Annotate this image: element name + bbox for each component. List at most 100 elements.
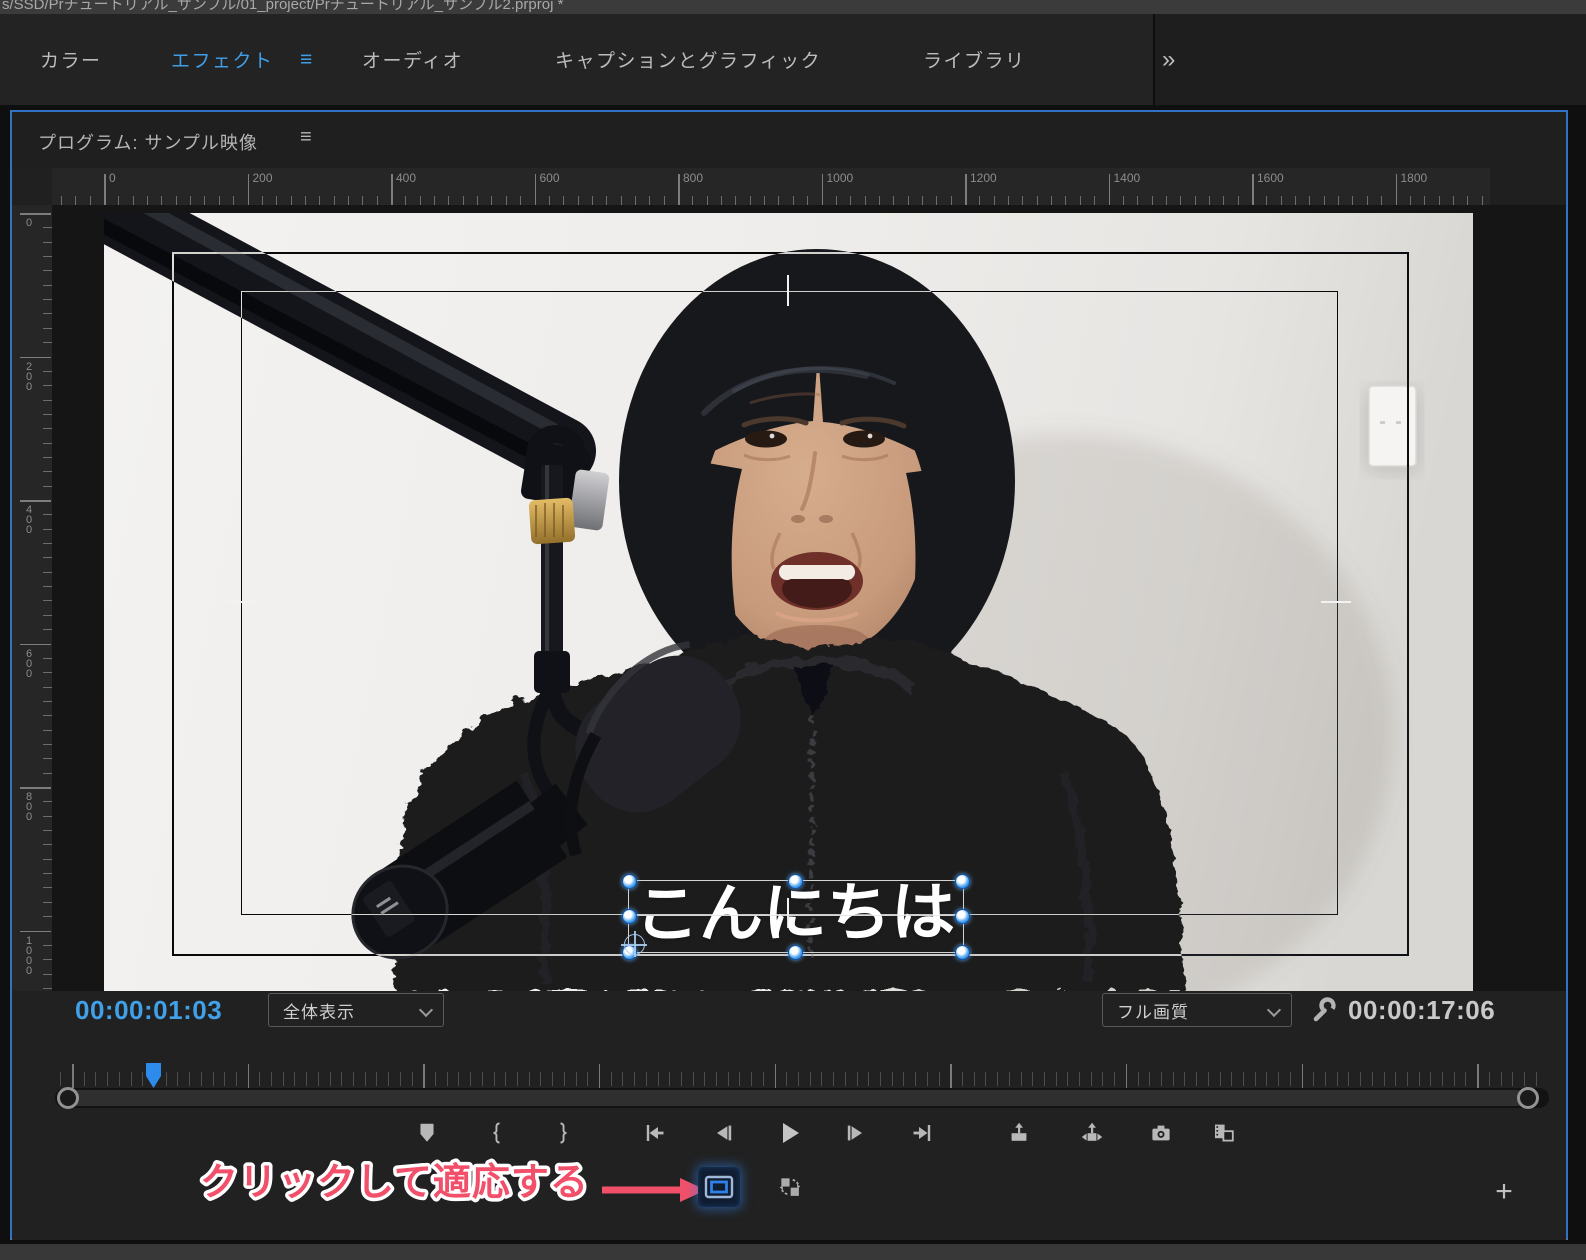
timeline-minor-tick xyxy=(528,1072,530,1086)
export-frame-button[interactable] xyxy=(1144,1116,1178,1150)
timeline-minor-tick xyxy=(1172,1072,1174,1086)
timeline-minor-tick xyxy=(903,1072,905,1086)
go-to-out-button[interactable] xyxy=(905,1116,939,1150)
timeline-major-tick xyxy=(247,1064,250,1088)
ruler-minor-tick xyxy=(43,686,52,688)
ruler-minor-tick xyxy=(161,196,163,205)
timeline-minor-tick xyxy=(1102,1072,1104,1086)
ruler-label: 8 0 0 xyxy=(26,791,33,823)
step-forward-button[interactable] xyxy=(838,1116,872,1150)
ruler-minor-tick xyxy=(1467,196,1469,205)
timeline-minor-tick xyxy=(142,1072,144,1086)
timeline-major-tick xyxy=(1477,1064,1479,1088)
panel-title[interactable]: プログラム: サンプル映像 xyxy=(38,129,258,155)
timeline-minor-tick xyxy=(1524,1072,1526,1086)
selection-handle-top-right[interactable] xyxy=(955,874,970,889)
selection-handle-mid-left[interactable] xyxy=(622,909,637,924)
toggle-proxies-button[interactable] xyxy=(773,1170,807,1204)
go-to-in-button[interactable] xyxy=(638,1116,672,1150)
ruler-minor-tick xyxy=(261,196,263,205)
selection-handle-top-left[interactable] xyxy=(622,874,637,889)
tab-audio[interactable]: オーディオ xyxy=(362,14,463,105)
ruler-minor-tick xyxy=(43,227,52,229)
tab-effects[interactable]: エフェクト xyxy=(171,14,274,105)
tab-overflow-chevron-icon[interactable]: » xyxy=(1162,14,1175,105)
ruler-minor-tick xyxy=(43,944,52,946)
safe-center-tick-left xyxy=(226,601,256,603)
ruler-minor-tick xyxy=(1022,196,1024,205)
lift-icon xyxy=(1011,1122,1027,1141)
text-selection-box[interactable] xyxy=(628,880,964,953)
timeline-minor-tick xyxy=(833,1072,835,1086)
panel-menu-icon[interactable]: ≡ xyxy=(300,126,312,149)
zoom-scrollbar-left-handle[interactable] xyxy=(57,1087,79,1109)
effects-tab-menu-icon[interactable]: ≡ xyxy=(300,14,312,105)
timeline-minor-tick xyxy=(798,1072,800,1086)
timeline-minor-tick xyxy=(587,1072,589,1086)
ruler-minor-tick xyxy=(1051,196,1053,205)
ruler-minor-tick xyxy=(43,916,52,918)
ruler-corner xyxy=(12,168,52,205)
ruler-minor-tick xyxy=(43,485,52,487)
zoom-scrollbar-right-handle[interactable] xyxy=(1517,1087,1539,1109)
timeline-major-tick xyxy=(1125,1064,1128,1088)
zoom-level-select[interactable]: 全体表示 xyxy=(268,993,444,1027)
selection-handle-mid-right[interactable] xyxy=(955,909,970,924)
annotation-text: クリックして適応する xyxy=(200,1162,589,1204)
timeline-minor-tick xyxy=(915,1072,917,1086)
timeline-minor-tick xyxy=(1067,1072,1069,1086)
ruler-minor-tick xyxy=(936,196,938,205)
mark-in-icon xyxy=(493,1122,500,1144)
ruler-minor-tick xyxy=(218,196,220,205)
ruler-minor-tick xyxy=(563,196,565,205)
tab-libraries[interactable]: ライブラリ xyxy=(923,14,1026,105)
play-button[interactable] xyxy=(772,1116,806,1150)
button-editor-add-button[interactable]: + xyxy=(1489,1177,1519,1207)
timeline-major-tick xyxy=(72,1064,74,1088)
ruler-minor-tick xyxy=(419,196,421,205)
ruler-minor-tick xyxy=(850,196,852,205)
ruler-minor-tick xyxy=(190,196,192,205)
mini-timeline-ruler[interactable] xyxy=(55,1064,1545,1090)
timeline-minor-tick xyxy=(376,1072,378,1086)
selection-handle-bottom-right[interactable] xyxy=(955,945,970,960)
lift-button[interactable] xyxy=(1002,1116,1036,1150)
add-marker-button[interactable] xyxy=(410,1116,444,1150)
ruler-major-tick xyxy=(1108,174,1110,205)
tab-captions-graphics[interactable]: キャプションとグラフィック xyxy=(555,14,821,105)
ruler-label: 800 xyxy=(683,171,704,185)
selection-handle-bottom-center[interactable] xyxy=(788,945,803,960)
step-back-button[interactable] xyxy=(707,1116,741,1150)
settings-wrench-icon[interactable] xyxy=(1308,995,1338,1025)
timeline-minor-tick xyxy=(821,1072,823,1086)
ruler-major-tick xyxy=(1395,174,1397,205)
timeline-minor-tick xyxy=(118,1072,120,1086)
extract-button[interactable] xyxy=(1075,1116,1109,1150)
ruler-minor-tick xyxy=(548,196,550,205)
ruler-major-tick xyxy=(821,174,823,205)
ruler-minor-tick xyxy=(1424,196,1426,205)
playback-quality-select[interactable]: フル画質 xyxy=(1102,993,1292,1027)
tab-color[interactable]: カラー xyxy=(40,14,102,105)
current-timecode[interactable]: 00:00:01:03 xyxy=(75,995,222,1026)
ruler-minor-tick xyxy=(43,528,52,530)
timeline-minor-tick xyxy=(1418,1072,1420,1086)
timeline-minor-tick xyxy=(762,1072,764,1086)
mark-out-button[interactable] xyxy=(546,1116,580,1150)
timeline-minor-tick xyxy=(341,1072,343,1086)
timeline-major-tick xyxy=(423,1064,425,1088)
selection-handle-top-center[interactable] xyxy=(788,874,803,889)
safe-margins-button[interactable] xyxy=(698,1167,740,1207)
ruler-minor-tick xyxy=(1295,196,1297,205)
timeline-minor-tick xyxy=(165,1072,167,1086)
anchor-point[interactable] xyxy=(621,931,647,957)
mark-in-button[interactable] xyxy=(480,1116,514,1150)
timeline-minor-tick xyxy=(786,1072,788,1086)
ruler-minor-tick xyxy=(147,196,149,205)
ruler-minor-tick xyxy=(1280,196,1282,205)
timeline-minor-tick xyxy=(458,1072,460,1086)
comparison-view-button[interactable] xyxy=(1207,1116,1241,1150)
zoom-scrollbar-thumb[interactable] xyxy=(70,1090,1526,1106)
video-frame[interactable]: こんにちは xyxy=(104,213,1473,991)
timeline-minor-tick xyxy=(493,1072,495,1086)
